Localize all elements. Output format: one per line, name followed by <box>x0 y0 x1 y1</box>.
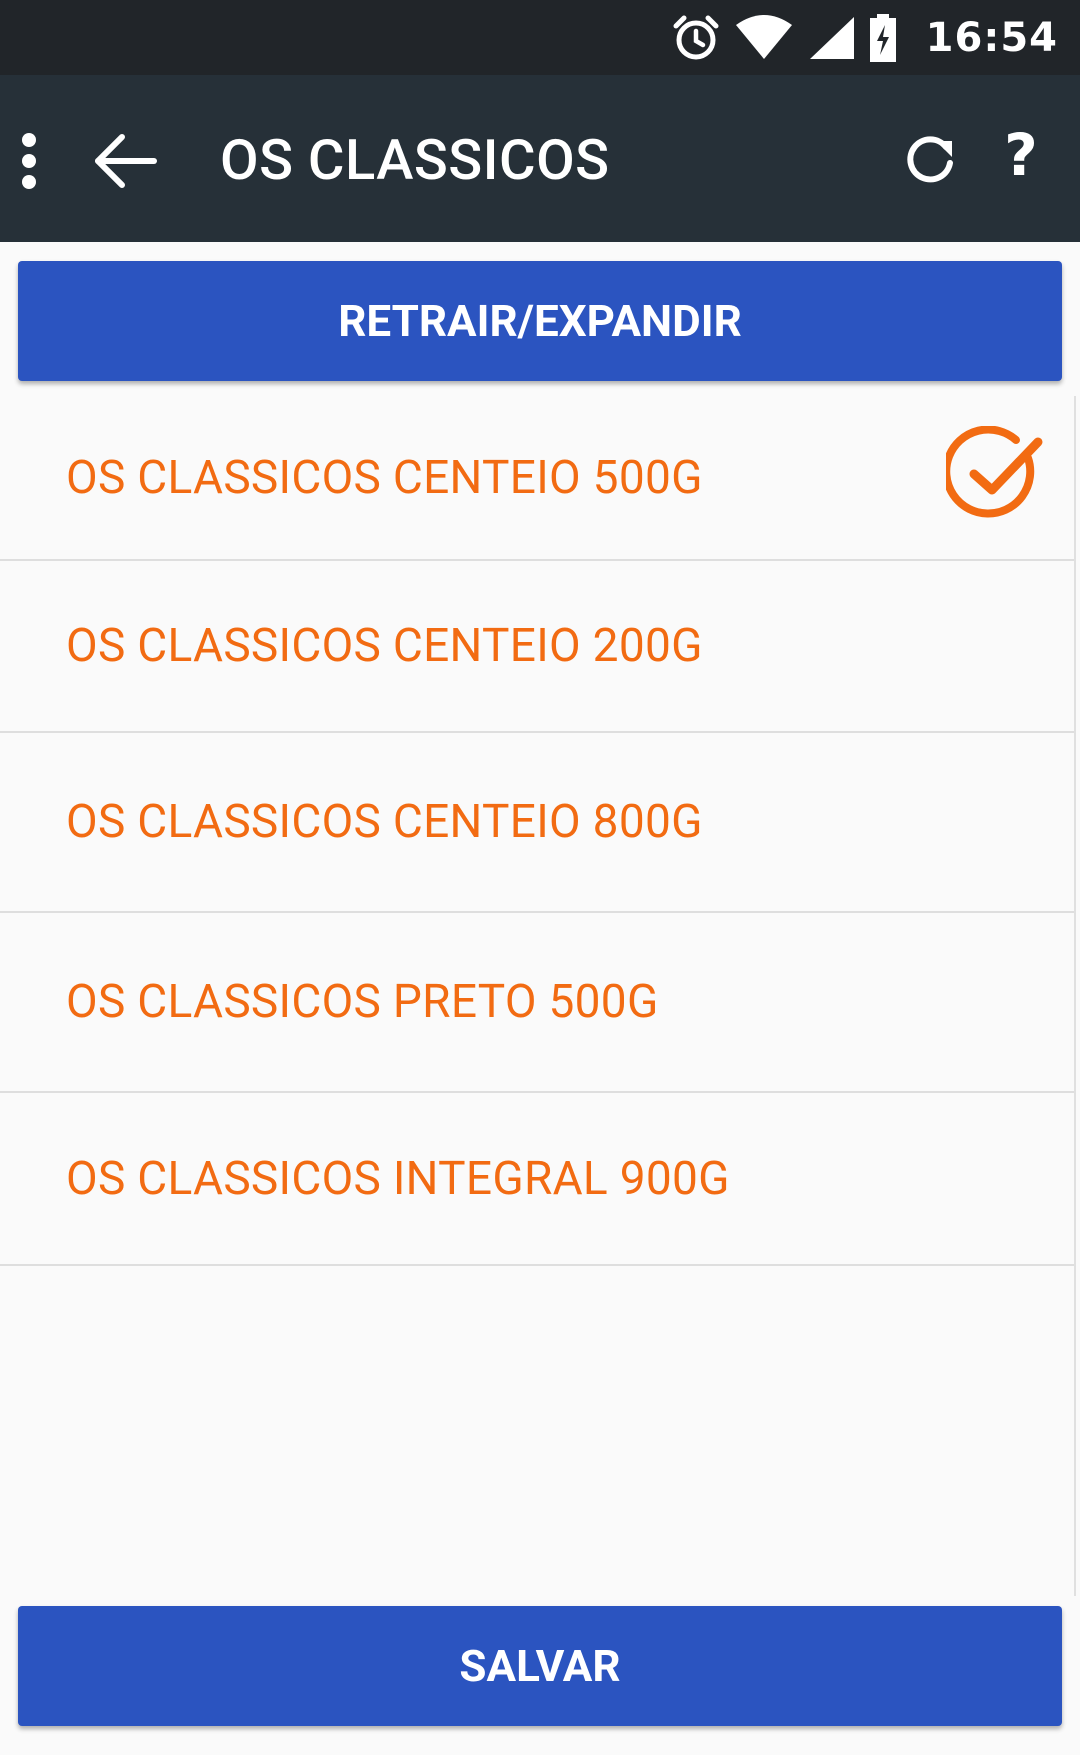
refresh-icon[interactable] <box>898 127 962 191</box>
save-button[interactable]: SALVAR <box>18 1606 1062 1726</box>
signal-icon <box>806 15 856 61</box>
product-list: OS CLASSICOS CENTEIO 500G OS CLASSICOS C… <box>0 396 1076 1596</box>
list-item-3[interactable]: OS CLASSICOS PRETO 500G <box>0 913 1074 1093</box>
app-bar: OS CLASSICOS ? <box>0 75 1080 242</box>
arrow-back-icon[interactable] <box>92 131 162 191</box>
battery-charging-icon <box>868 13 898 63</box>
help-button[interactable]: ? <box>996 121 1046 191</box>
status-time: 16:54 <box>925 14 1058 61</box>
more-vert-icon[interactable] <box>14 131 44 191</box>
check-circle-icon <box>942 425 1046 526</box>
alarm-icon <box>670 12 722 64</box>
list-item-0[interactable]: OS CLASSICOS CENTEIO 500G <box>0 396 1074 561</box>
list-item-4[interactable]: OS CLASSICOS INTEGRAL 900G <box>0 1093 1074 1266</box>
list-item-label: OS CLASSICOS CENTEIO 800G <box>66 795 703 849</box>
list-item-label: OS CLASSICOS CENTEIO 200G <box>66 619 703 673</box>
list-item-label: OS CLASSICOS CENTEIO 500G <box>66 450 703 505</box>
page-title: OS CLASSICOS <box>220 127 610 193</box>
collapse-expand-button[interactable]: RETRAIR/EXPANDIR <box>18 261 1062 381</box>
list-item-2[interactable]: OS CLASSICOS CENTEIO 800G <box>0 733 1074 913</box>
list-item-1[interactable]: OS CLASSICOS CENTEIO 200G <box>0 561 1074 733</box>
list-item-label: OS CLASSICOS PRETO 500G <box>66 975 659 1029</box>
status-bar: 16:54 <box>0 0 1080 75</box>
wifi-icon <box>734 14 794 61</box>
list-item-label: OS CLASSICOS INTEGRAL 900G <box>66 1151 730 1206</box>
